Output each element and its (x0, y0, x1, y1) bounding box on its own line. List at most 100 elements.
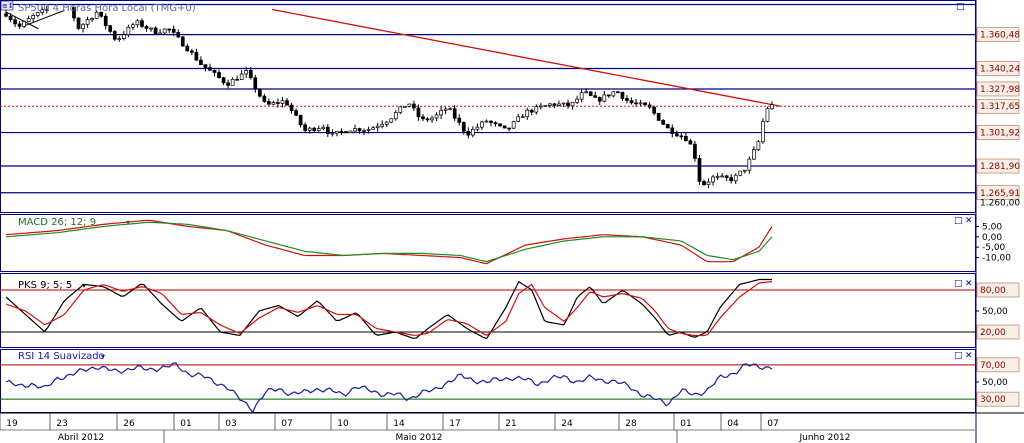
candle (665, 123, 670, 129)
price-level-label-text: 1.327,98 (980, 85, 1020, 95)
candle (638, 99, 643, 107)
candle (548, 102, 552, 108)
candle (22, 20, 26, 28)
candle (26, 15, 31, 22)
candle (371, 125, 375, 130)
candle (552, 102, 557, 109)
candle (661, 118, 666, 126)
day-label: 01 (180, 419, 191, 429)
day-label: 04 (727, 419, 739, 429)
chevron-down-icon[interactable]: ▾ (126, 218, 130, 227)
close-icon[interactable]: ✕ (965, 216, 973, 226)
rsi-panel-frame (0, 349, 976, 413)
candle (85, 16, 90, 28)
price-panel[interactable]: 1.360,48 1.340,24 1.327,98 1.317,65 1.301,92… (0, 3, 1020, 209)
pks-panel-title: PKS 9; 5; 5 (18, 280, 72, 291)
day-label: 07 (281, 419, 292, 429)
candle (742, 169, 747, 174)
candle (480, 120, 484, 131)
candle (529, 108, 534, 116)
window-maximize-icon[interactable]: □ (954, 216, 963, 226)
close-icon[interactable]: ✕ (965, 279, 973, 289)
candle (620, 91, 625, 102)
candle (112, 29, 117, 42)
candle (543, 104, 548, 107)
candle (393, 110, 398, 121)
trend-line[interactable] (272, 8, 781, 107)
candle (344, 130, 348, 134)
candle (434, 112, 439, 122)
indicator-level-label-text: 30,00 (980, 395, 1006, 405)
candle (715, 172, 720, 181)
window-maximize-icon[interactable]: □ (954, 351, 963, 361)
candle (131, 22, 135, 31)
candle (443, 106, 448, 115)
series-line-main[interactable] (5, 219, 773, 265)
candle (90, 17, 94, 23)
candle (520, 114, 525, 119)
candle (724, 174, 729, 182)
candle (298, 114, 303, 128)
day-label: 03 (225, 419, 236, 429)
window-maximize-icon[interactable]: □ (956, 2, 965, 12)
candle (412, 100, 416, 112)
close-icon[interactable]: ✕ (965, 351, 973, 361)
candle (729, 174, 734, 184)
candle (747, 156, 752, 174)
price-level-label-text: 1.265,91 (980, 189, 1020, 199)
price-level-label: 1.317,65 (976, 98, 1020, 114)
candle (652, 105, 657, 116)
candle (765, 106, 770, 123)
chevron-down-icon[interactable]: ▾ (101, 352, 105, 361)
candle (330, 129, 335, 137)
day-label: 14 (393, 419, 405, 429)
candle (674, 130, 679, 138)
candle (339, 128, 344, 136)
candle (267, 98, 271, 106)
rsi-panel-title: RSI 14 Suavizado (18, 351, 105, 362)
macd-panel[interactable]: 5,000,00-5,00-10,00 (5, 219, 1011, 265)
day-label: 23 (56, 419, 67, 429)
candle (643, 102, 647, 106)
candle (81, 23, 85, 33)
candle (375, 122, 380, 132)
y-tick-label: 1.260,00 (980, 199, 1020, 209)
candle (693, 141, 697, 162)
series-line-k[interactable] (5, 278, 772, 340)
candle (280, 97, 285, 108)
candle (629, 97, 634, 105)
candle (647, 102, 652, 110)
candle (17, 21, 22, 30)
candle (670, 124, 675, 138)
candle (498, 123, 502, 128)
candle (321, 124, 326, 131)
candle (611, 91, 616, 98)
price-level-label: 1.327,98 (976, 81, 1020, 97)
candle (185, 43, 190, 52)
candle (489, 120, 493, 127)
window-maximize-icon[interactable]: □ (954, 279, 963, 289)
candle (176, 29, 181, 39)
price-level-label-text: 1.317,65 (980, 102, 1020, 112)
series-line-rsi[interactable] (5, 362, 773, 414)
day-label: 26 (123, 419, 135, 429)
day-label: 28 (625, 419, 637, 429)
candle (76, 17, 81, 30)
indicator-level-label-text: 70,00 (980, 361, 1006, 371)
candle (484, 119, 489, 123)
candle (13, 16, 17, 28)
chevron-down-icon[interactable]: ▾ (82, 281, 86, 290)
candle (575, 95, 579, 105)
price-panel-header: ≡↕ SP500 4 Horas Hora Local (TMG+0) □ (0, 0, 965, 14)
candle (4, 9, 8, 18)
candle (103, 13, 108, 30)
candle (194, 48, 199, 62)
price-level-label-text: 1.360,48 (980, 31, 1020, 41)
rsi-panel[interactable]: 70,00 50,00 30,00 (0, 357, 1020, 414)
series-line-signal[interactable] (5, 221, 773, 263)
y-tick-label: 0,00 (982, 233, 1002, 243)
candle (353, 124, 357, 132)
pks-panel[interactable]: 80,00 50,00 20,00 (0, 278, 1020, 340)
candle (362, 128, 366, 136)
candle (616, 90, 620, 94)
